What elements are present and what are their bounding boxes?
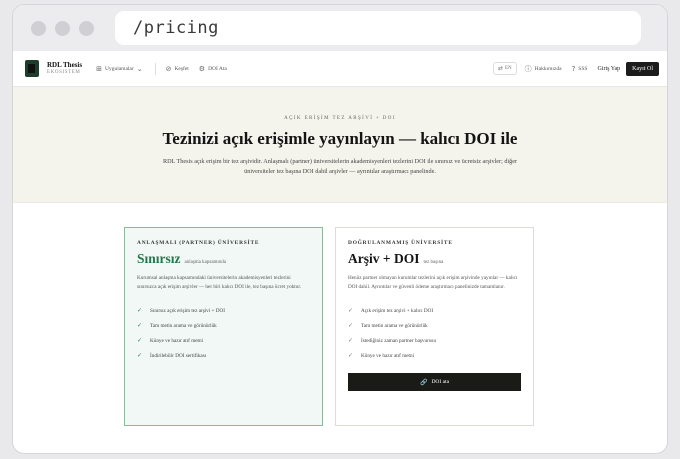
- feature-item: ✓ Tam metin arama ve görünürlük: [137, 318, 310, 333]
- partner-plan-price: Sınırsız anlaşma kapsamında: [137, 251, 310, 267]
- feature-text: Künye ve hazır atıf metni: [361, 352, 415, 359]
- feature-text: Tam metin arama ve görünürlük: [361, 322, 428, 329]
- feature-item: ✓ Künye ve hazır atıf metni: [137, 333, 310, 348]
- explore-label: Keşfet: [174, 65, 189, 72]
- gear-icon: ⚙: [198, 64, 206, 73]
- unverified-feature-list: ✓ Açık erişim tez arşivi + kalıcı DOI ✓ Ta…: [348, 303, 521, 363]
- partner-price-note: anlaşma kapsamında: [184, 260, 227, 265]
- about-label: Hakkımızda: [534, 65, 562, 72]
- top-navigation: RDL Thesis EKOSISTEM ⊞ Uygulamalar ⌄ ⊘ K…: [13, 51, 667, 87]
- hero-eyebrow: AÇIK ERİŞİM TEZ ARŞİVİ + DOI: [284, 116, 396, 121]
- feature-text: İndirilebilir DOI sertifikası: [150, 352, 207, 359]
- language-label: EN: [505, 66, 512, 71]
- check-icon: ✓: [348, 352, 354, 360]
- window-close-dot[interactable]: [31, 20, 46, 36]
- unverified-price-note: tez başına: [423, 260, 444, 265]
- grid-icon: ⊞: [96, 64, 102, 73]
- partner-plan-description: Kurumsal anlaşma kapsamındaki üniversite…: [137, 275, 302, 291]
- pricing-cards: ANLAŞMALI (PARTNER) ÜNİVERSİTE Sınırsız …: [124, 227, 534, 426]
- link-icon: 🔗: [419, 378, 428, 386]
- feature-text: İstediğiniz zaman partner başvurusu: [361, 337, 437, 344]
- brand[interactable]: RDL Thesis EKOSISTEM: [47, 61, 83, 76]
- feature-item: ✓ Açık erişim tez arşivi + kalıcı DOI: [348, 303, 521, 318]
- assign-doi-button[interactable]: 🔗 DOI ata: [348, 373, 521, 392]
- hero-section: AÇIK ERİŞİM TEZ ARŞİVİ + DOI Tezinizi aç…: [13, 87, 667, 203]
- check-icon: ✓: [348, 322, 354, 330]
- partner-feature-list: ✓ Sınırsız açık erişim tez arşivi + DOI ✓…: [137, 303, 310, 363]
- check-icon: ✓: [137, 352, 143, 360]
- logo-icon[interactable]: [25, 60, 39, 77]
- nav-explore[interactable]: ⊘ Keşfet: [166, 65, 189, 73]
- partner-plan-eyebrow: ANLAŞMALI (PARTNER) ÜNİVERSİTE: [137, 240, 260, 246]
- check-icon: ✓: [348, 307, 354, 315]
- nav-divider: [154, 62, 156, 75]
- doi-label: DOI Ata: [208, 65, 227, 72]
- translate-icon: ⇄: [497, 65, 503, 72]
- brand-name: RDL Thesis: [47, 61, 83, 69]
- page-title: Tezinizi açık erişimle yayınlayın — kalı…: [162, 129, 518, 148]
- feature-item: ✓ İstediğiniz zaman partner başvurusu: [348, 333, 521, 348]
- info-icon: ⓘ: [524, 64, 532, 73]
- unverified-plan-description: Henüz partner olmayan kurumlar tezlerini…: [348, 275, 518, 291]
- unverified-plan-price: Arşiv + DOI tez başına: [348, 251, 521, 267]
- check-icon: ✓: [348, 337, 354, 345]
- help-icon: ?: [571, 64, 576, 73]
- brand-subtitle: EKOSISTEM: [47, 70, 81, 75]
- nav-faq[interactable]: ? SSS: [572, 65, 588, 73]
- signup-button[interactable]: Kayıt Ol: [626, 61, 659, 76]
- unverified-price-value: Arşiv + DOI: [348, 251, 420, 266]
- unverified-plan-eyebrow: DOĞRULANMAMIŞ ÜNİVERSİTE: [348, 240, 453, 246]
- login-link[interactable]: Giriş Yap: [597, 66, 620, 72]
- feature-text: Açık erişim tez arşivi + kalıcı DOI: [361, 307, 434, 314]
- address-bar[interactable]: /pricing: [115, 11, 641, 45]
- partner-plan-card: ANLAŞMALI (PARTNER) ÜNİVERSİTE Sınırsız …: [124, 227, 323, 426]
- faq-label: SSS: [578, 65, 588, 72]
- check-icon: ✓: [137, 322, 143, 330]
- feature-item: ✓ Künye ve hazır atıf metni: [348, 348, 521, 363]
- feature-text: Künye ve hazır atıf metni: [150, 337, 204, 344]
- window-minimize-dot[interactable]: [55, 20, 70, 36]
- browser-toolbar: /pricing: [13, 5, 667, 51]
- feature-text: Sınırsız açık erişim tez arşivi + DOI: [150, 307, 225, 314]
- check-icon: ✓: [137, 337, 143, 345]
- partner-price-value: Sınırsız: [137, 251, 181, 266]
- unverified-plan-card: DOĞRULANMAMIŞ ÜNİVERSİTE Arşiv + DOI tez…: [335, 227, 534, 426]
- assign-doi-label: DOI ata: [431, 379, 450, 386]
- nav-doi[interactable]: ⚙ DOI Ata: [199, 65, 227, 73]
- feature-item: ✓ İndirilebilir DOI sertifikası: [137, 348, 310, 363]
- check-icon: ✓: [137, 307, 143, 315]
- feature-item: ✓ Tam metin arama ve görünürlük: [348, 318, 521, 333]
- apps-label: Uygulamalar: [104, 65, 134, 72]
- nav-about[interactable]: ⓘ Hakkımızda: [525, 64, 562, 74]
- feature-text: Tam metin arama ve görünürlük: [150, 322, 217, 329]
- apps-menu[interactable]: ⊞ Uygulamalar ⌄: [96, 65, 142, 73]
- window-maximize-dot[interactable]: [79, 20, 94, 36]
- language-switch[interactable]: ⇄ EN: [492, 62, 517, 75]
- hero-description: RDL Thesis açık erişim bir tez arşividir…: [162, 158, 518, 175]
- chevron-down-icon: ⌄: [136, 64, 143, 73]
- feature-item: ✓ Sınırsız açık erişim tez arşivi + DOI: [137, 303, 310, 318]
- compass-icon: ⊘: [165, 64, 172, 73]
